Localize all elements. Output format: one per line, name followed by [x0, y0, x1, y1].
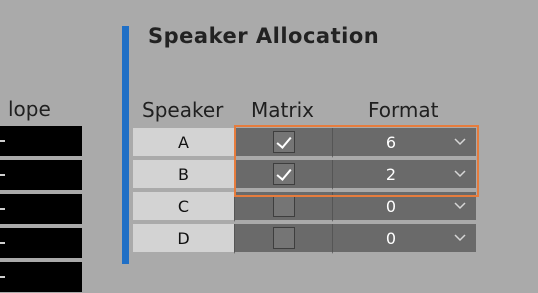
chevron-down-icon — [454, 202, 466, 212]
format-dropdown[interactable]: 0 — [332, 224, 476, 254]
chevron-down-icon — [454, 234, 466, 244]
matrix-cell — [234, 160, 332, 190]
speaker-label: B — [133, 160, 234, 190]
format-value: 2 — [385, 164, 397, 184]
chevron-down-icon — [454, 138, 466, 148]
format-column-header: Format — [368, 98, 439, 122]
format-dropdown[interactable]: 6 — [332, 128, 476, 158]
matrix-checkbox[interactable] — [272, 227, 295, 249]
format-value: 0 — [385, 196, 397, 216]
format-value: 6 — [385, 132, 397, 152]
matrix-cell — [234, 128, 332, 158]
chevron-down-icon — [454, 170, 466, 180]
speaker-column-header: Speaker — [142, 98, 224, 122]
speaker-allocation-window: lope Speaker Allocation Speaker Matrix F… — [0, 0, 538, 293]
matrix-checkbox[interactable] — [272, 195, 295, 217]
table-row: C 0 — [133, 192, 476, 222]
speaker-label: C — [133, 192, 234, 222]
table-row: D 0 — [133, 224, 476, 254]
format-value: 0 — [385, 228, 397, 248]
speaker-label: D — [133, 224, 234, 254]
matrix-cell — [234, 192, 332, 222]
table-row: B 2 — [133, 160, 476, 190]
slope-value-field[interactable] — [0, 228, 82, 258]
matrix-checkbox[interactable] — [272, 163, 295, 185]
speaker-label: A — [133, 128, 234, 158]
table-row: A 6 — [133, 128, 476, 158]
slope-column-header: lope — [8, 97, 51, 121]
format-dropdown[interactable]: 0 — [332, 192, 476, 222]
format-dropdown[interactable]: 2 — [332, 160, 476, 190]
panel-title: Speaker Allocation — [148, 24, 380, 48]
slope-value-field[interactable] — [0, 126, 82, 156]
section-accent-bar — [122, 26, 129, 264]
slope-value-field[interactable] — [0, 262, 82, 292]
matrix-cell — [234, 224, 332, 254]
matrix-checkbox[interactable] — [272, 131, 295, 153]
slope-value-field[interactable] — [0, 160, 82, 190]
slope-value-field[interactable] — [0, 194, 82, 224]
matrix-column-header: Matrix — [251, 98, 314, 122]
